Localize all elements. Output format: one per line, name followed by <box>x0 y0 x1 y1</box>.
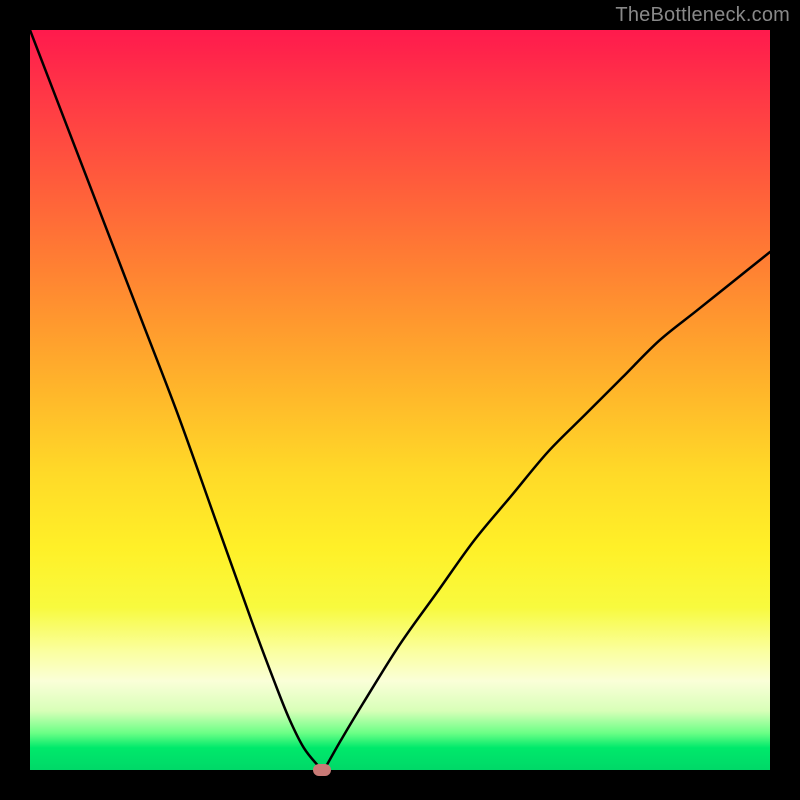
bottleneck-curve <box>30 30 770 770</box>
chart-frame: TheBottleneck.com <box>0 0 800 800</box>
optimal-point-marker <box>313 764 331 776</box>
watermark-text: TheBottleneck.com <box>615 4 790 27</box>
